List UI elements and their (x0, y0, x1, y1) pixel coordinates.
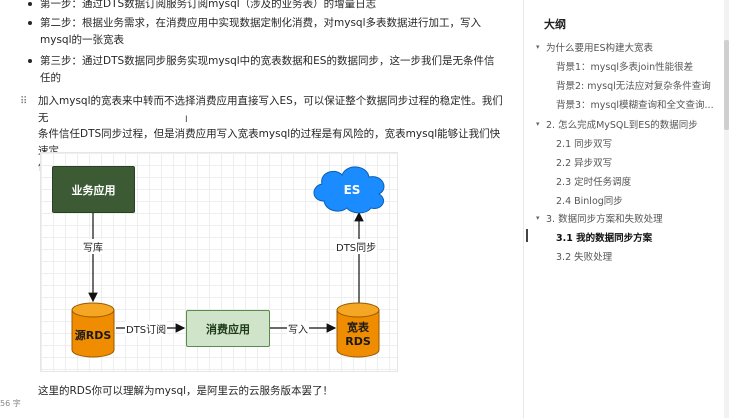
toc-item-why-es[interactable]: 为什么要用ES构建大宽表 (546, 40, 653, 54)
edge-label-write-in: 写入 (287, 321, 309, 336)
toc-item-2-4[interactable]: 2.4 Binlog同步 (556, 193, 623, 207)
bullet-dot (28, 21, 32, 25)
chevron-down-icon[interactable]: ▾ (536, 120, 540, 128)
step-2-cont: mysql的一张宽表 (40, 34, 124, 46)
toc-item-bg2[interactable]: 背景2: mysql无法应对复杂条件查询 (556, 78, 711, 92)
architecture-diagram: 源RDS 宽表 RDS ES 业务应用 消费应用 写库 DTS订阅 写入 DTS… (40, 152, 398, 372)
step-1: 第一步：通过DTS数据订阅服务订阅mysql（涉及的业务表）的增量日志 (28, 0, 376, 12)
bullet-dot (28, 2, 32, 6)
toc-item-2-2[interactable]: 2.2 异步双写 (556, 155, 612, 169)
drag-handle-icon[interactable]: ⠿ (20, 96, 27, 107)
toc-item-3-2[interactable]: 3.2 失败处理 (556, 249, 612, 263)
consume-app-node: 消费应用 (186, 310, 270, 347)
wide-table-label-1: 宽表 (346, 320, 370, 334)
toc-item-bg3[interactable]: 背景3：mysql模糊查询和全文查询... (556, 97, 714, 111)
toc-item-3-1[interactable]: 3.1 我的数据同步方案 (556, 230, 652, 244)
source-rds-label: 源RDS (75, 328, 112, 342)
toc-item-2-1[interactable]: 2.1 同步双写 (556, 136, 612, 150)
text-cursor-icon: I (185, 115, 188, 125)
bullet-dot (28, 59, 32, 63)
es-label: ES (344, 183, 361, 197)
step-2: 第二步：根据业务需求，在消费应用中实现数据定制化消费，对mysql多表数据进行加… (28, 15, 481, 31)
scrollbar-thumb[interactable] (724, 40, 729, 130)
edge-label-write-db: 写库 (82, 239, 104, 254)
rds-note: 这里的RDS你可以理解为mysql，是阿里云的云服务版本罢了！ (38, 385, 334, 397)
edge-label-dts-subscribe: DTS订阅 (125, 321, 168, 336)
toc-item-sync-plan[interactable]: 3. 数据同步方案和失败处理 (546, 211, 663, 225)
toc-item-sync-howto[interactable]: 2. 怎么完成MySQL到ES的数据同步 (546, 117, 698, 131)
step-3: 第三步：通过DTS数据同步服务实现mysql中的宽表数据和ES的数据同步，这一步… (28, 53, 494, 69)
edge-label-dts-sync: DTS同步 (335, 239, 378, 254)
panel-divider (523, 0, 524, 418)
wide-table-label-2: RDS (345, 335, 371, 348)
active-indicator (526, 229, 528, 242)
chevron-down-icon[interactable]: ▾ (536, 43, 540, 51)
biz-app-node: 业务应用 (52, 166, 135, 213)
step-3-cont: 任的 (40, 72, 61, 84)
word-count: 56 字 (0, 399, 21, 408)
outline-panel: 大纲 ▾ 为什么要用ES构建大宽表 背景1：mysql多表join性能很差 背景… (526, 0, 729, 418)
outline-title: 大纲 (544, 18, 566, 31)
toc-item-2-3[interactable]: 2.3 定时任务调度 (556, 174, 631, 188)
chevron-down-icon[interactable]: ▾ (536, 214, 540, 222)
toc-item-bg1[interactable]: 背景1：mysql多表join性能很差 (556, 59, 693, 73)
document-area: 第一步：通过DTS数据订阅服务订阅mysql（涉及的业务表）的增量日志 第二步：… (0, 0, 505, 418)
